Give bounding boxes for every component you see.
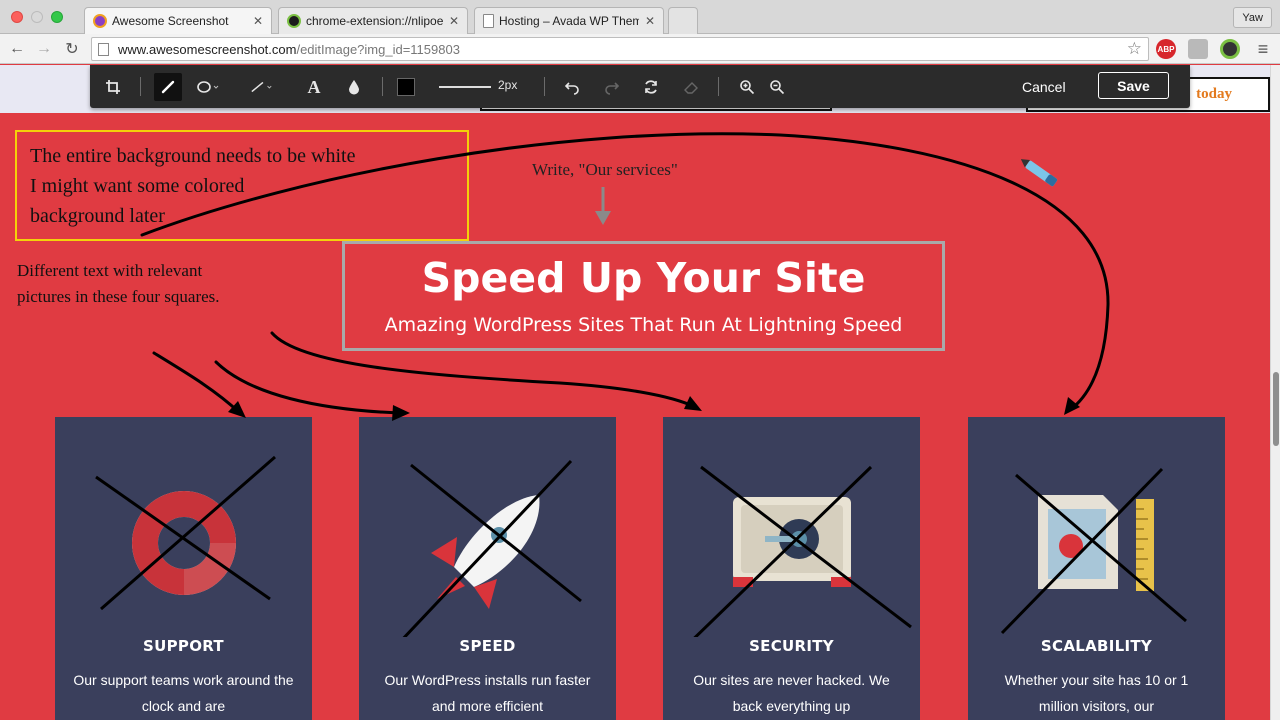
line-width-preview[interactable]: [439, 86, 491, 88]
page-icon: [98, 42, 109, 56]
new-tab-button[interactable]: [668, 7, 698, 34]
zoom-out-icon[interactable]: [765, 75, 789, 99]
tab-hosting-avada[interactable]: Hosting – Avada WP Theme ✕: [474, 7, 664, 34]
address-bar[interactable]: www.awesomescreenshot.com/editImage?img_…: [91, 37, 1149, 61]
menu-hamburger-icon[interactable]: ≡: [1252, 38, 1274, 60]
scrollbar-thumb[interactable]: [1273, 372, 1279, 446]
reload-icon[interactable]: ↻: [61, 38, 83, 60]
tab-close-icon[interactable]: ✕: [253, 14, 263, 28]
hero-subtitle: Amazing WordPress Sites That Run At Ligh…: [384, 314, 903, 336]
annotation-text-line: background later: [30, 205, 165, 227]
maximize-window-button[interactable]: [51, 11, 63, 23]
cancel-button[interactable]: Cancel: [1012, 74, 1076, 100]
back-arrow-icon[interactable]: ←: [6, 38, 28, 60]
annotation-text-line: Different text with relevant: [17, 261, 203, 280]
card-description: Our sites are never hacked. We back ever…: [693, 672, 890, 714]
undo-icon[interactable]: [560, 75, 584, 99]
adblock-plus-icon[interactable]: ABP: [1156, 39, 1176, 59]
screenshot-canvas[interactable]: today A 2px Cancel Save The entire backg…: [0, 65, 1270, 720]
minimize-window-button[interactable]: [31, 11, 43, 23]
card-title: SUPPORT: [143, 637, 224, 655]
tab-awesome-screenshot[interactable]: Awesome Screenshot ✕: [84, 7, 272, 34]
feature-card-speed: SPEED Our WordPress installs run faster …: [359, 417, 616, 720]
refresh-icon[interactable]: [639, 75, 663, 99]
bookmark-star-icon[interactable]: ☆: [1127, 39, 1142, 59]
toolbar-divider: [382, 77, 383, 96]
toolbar-divider: [544, 77, 545, 96]
crop-icon[interactable]: [101, 75, 125, 99]
tab-close-icon[interactable]: ✕: [645, 14, 655, 28]
hero-title: Speed Up Your Site: [421, 254, 866, 302]
card-description: Our support teams work around the clock …: [73, 672, 294, 714]
tab-label: Hosting – Avada WP Theme: [499, 14, 639, 28]
zoom-in-icon[interactable]: [735, 75, 759, 99]
awesome-screenshot-favicon-icon: [93, 14, 107, 28]
page-scrollbar[interactable]: [1270, 65, 1280, 720]
annotation-arrow-card-2: [214, 360, 402, 415]
ellipse-tool-icon[interactable]: [196, 75, 220, 99]
annotation-text-line: The entire background needs to be white: [30, 145, 356, 167]
annotation-arrow-card-1: [152, 351, 242, 415]
annotation-text-line: I might want some colored: [30, 175, 245, 197]
annotation-arrowhead: [684, 396, 702, 411]
marker-cursor-icon: [1020, 159, 1058, 187]
close-window-button[interactable]: [11, 11, 23, 23]
save-button[interactable]: Save: [1098, 72, 1169, 99]
card-title: SCALABILITY: [1040, 637, 1153, 655]
url-text: www.awesomescreenshot.com/editImage?img_…: [118, 42, 460, 57]
annotation-arrowhead: [1064, 397, 1080, 415]
text-tool-icon[interactable]: A: [302, 75, 326, 99]
feature-card-security: SECURITY Our sites are never hacked. We …: [663, 417, 920, 720]
extension-favicon-icon: [287, 14, 301, 28]
card-title: SPEED: [459, 637, 516, 655]
tab-label: Awesome Screenshot: [112, 14, 229, 28]
feature-card-support: SUPPORT Our support teams work around th…: [55, 417, 312, 720]
document-extension-icon[interactable]: [1188, 39, 1208, 59]
tab-close-icon[interactable]: ✕: [449, 14, 459, 28]
profile-button[interactable]: Yaw: [1233, 7, 1272, 28]
card-description: Whether your site has 10 or 1 million vi…: [1004, 672, 1189, 714]
feature-card-scalability: SCALABILITY Whether your site has 10 or …: [968, 417, 1225, 720]
browser-nav-bar: ← → ↻ www.awesomescreenshot.com/editImag…: [0, 34, 1280, 64]
life-ring-icon: [95, 455, 276, 611]
safe-icon: [693, 465, 912, 637]
blur-drop-icon[interactable]: [342, 75, 366, 99]
annotation-note-squares[interactable]: Different text with relevant pictures in…: [17, 258, 220, 310]
annotation-note-background[interactable]: The entire background needs to be white …: [15, 130, 469, 241]
page-favicon-icon: [483, 14, 494, 28]
annotation-arrowhead: [228, 401, 246, 418]
browser-tab-bar: Awesome Screenshot ✕ chrome-extension://…: [0, 0, 1280, 34]
toolbar-divider: [718, 77, 719, 96]
url-host: www.awesomescreenshot.com: [118, 41, 297, 57]
redo-icon[interactable]: [600, 75, 624, 99]
scaling-document-icon: [1000, 467, 1187, 635]
url-path: /editImage?img_id=1159803: [296, 41, 460, 57]
annotation-text-line: pictures in these four squares.: [17, 287, 220, 306]
tab-chrome-extension[interactable]: chrome-extension://nlipoe ✕: [278, 7, 468, 34]
tab-label: chrome-extension://nlipoe: [306, 14, 443, 28]
card-description: Our WordPress installs run faster and mo…: [384, 672, 591, 714]
rocket-icon: [402, 459, 582, 637]
editor-toolbar: A 2px Cancel Save: [90, 65, 1190, 108]
color-picker-swatch[interactable]: [397, 78, 415, 96]
hero-banner: Speed Up Your Site Amazing WordPress Sit…: [342, 241, 945, 351]
forward-arrow-icon[interactable]: →: [33, 38, 55, 60]
pen-tool-icon[interactable]: [154, 73, 182, 101]
line-tool-icon[interactable]: [250, 75, 274, 99]
card-title: SECURITY: [749, 637, 834, 655]
eraser-icon[interactable]: [679, 75, 703, 99]
toolbar-divider: [140, 77, 141, 96]
annotation-arrow-services: [595, 187, 611, 225]
line-width-label[interactable]: 2px: [498, 78, 517, 92]
annotation-note-services[interactable]: Write, "Our services": [532, 160, 678, 180]
screenshot-extension-icon[interactable]: [1220, 39, 1240, 59]
